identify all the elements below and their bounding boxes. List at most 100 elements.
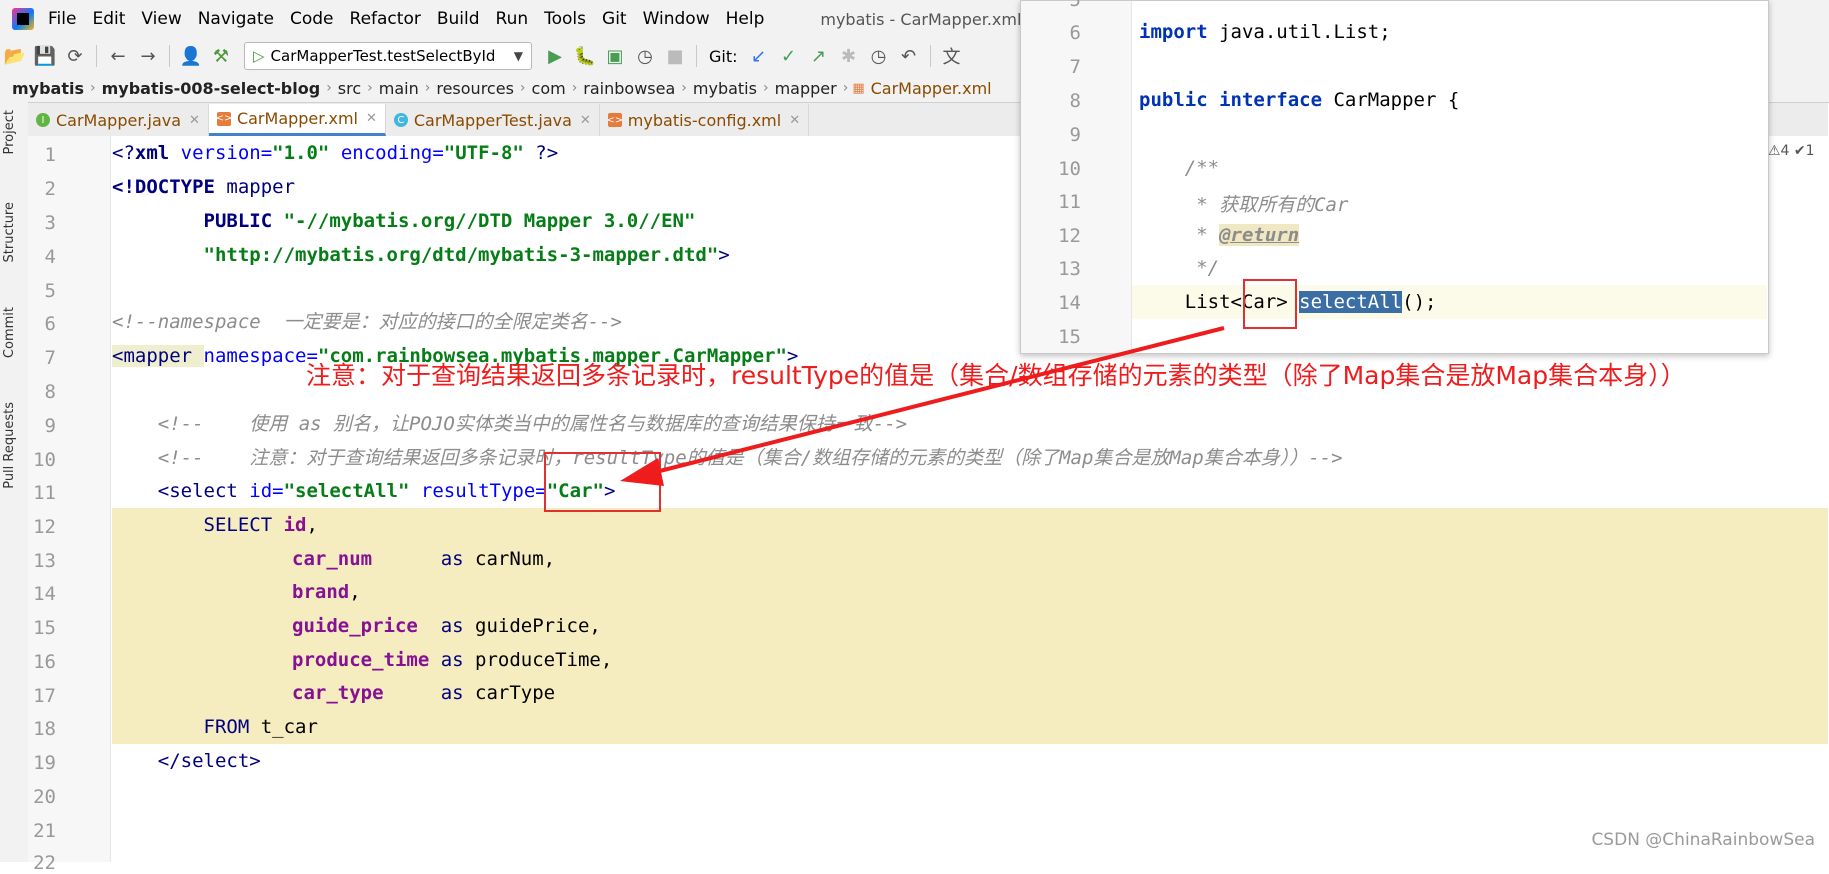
java-token: java.util.List; — [1219, 21, 1391, 43]
breadcrumb-mapper[interactable]: mapper — [769, 79, 843, 98]
tab-mybatis-config-xml[interactable]: <> mybatis-config.xml ✕ — [600, 104, 810, 136]
build-hammer-icon[interactable]: ⚒ — [206, 42, 236, 70]
forward-arrow-icon[interactable]: → — [133, 42, 163, 70]
line-number: 15 — [33, 617, 56, 639]
open-folder-icon[interactable]: 📂 — [0, 42, 30, 70]
menu-view[interactable]: View — [141, 9, 181, 29]
intellij-logo-icon — [12, 8, 34, 30]
breadcrumb-rainbowsea[interactable]: rainbowsea — [577, 79, 681, 98]
git-history-icon[interactable]: ◷ — [864, 42, 894, 70]
close-icon[interactable]: ✕ — [366, 111, 377, 126]
close-icon[interactable]: ✕ — [189, 113, 200, 128]
code-line-17: car_type as carType — [112, 676, 1828, 710]
menu-refactor[interactable]: Refactor — [350, 9, 421, 29]
code-line-16: produce_time as produceTime, — [112, 643, 1828, 677]
java-line-12: * @return — [1139, 224, 1300, 246]
breadcrumb-resources[interactable]: resources — [430, 79, 520, 98]
tab-label: CarMapper.java — [56, 110, 182, 130]
xml-token: <!DOCTYPE — [112, 176, 227, 198]
java-token: * — [1139, 224, 1220, 246]
git-update-icon[interactable]: ↙ — [744, 42, 774, 70]
line-number: 16 — [33, 651, 56, 673]
menu-build[interactable]: Build — [437, 9, 480, 29]
line-number: 2 — [44, 178, 56, 200]
line-number: 7 — [1069, 56, 1081, 78]
menu-code[interactable]: Code — [290, 9, 334, 29]
tab-carmapper-xml[interactable]: <> CarMapper.xml ✕ — [208, 104, 386, 136]
line-number: 6 — [1069, 22, 1081, 44]
stop-icon[interactable]: ■ — [660, 42, 690, 70]
java-line-11: * 获取所有的Car — [1139, 194, 1349, 216]
menu-tools[interactable]: Tools — [544, 9, 586, 29]
code-line-10: <!-- 注意：对于查询结果返回多条记录时，resultType的值是（集合/数… — [112, 447, 1343, 469]
breadcrumb-com[interactable]: com — [526, 79, 572, 98]
java-line-6: import java.util.List; — [1139, 21, 1391, 43]
git-push-icon[interactable]: ↗ — [804, 42, 834, 70]
xml-token — [112, 244, 204, 266]
java-token: CarMapper { — [1333, 89, 1460, 111]
breadcrumb-project[interactable]: mybatis — [0, 79, 90, 98]
breadcrumb-mybatis[interactable]: mybatis — [687, 79, 763, 98]
sql-token: as — [372, 548, 476, 570]
line-number: 8 — [44, 381, 56, 403]
run-icon[interactable]: ▶ — [540, 42, 570, 70]
run-configuration-select[interactable]: ▷ CarMapperTest.testSelectById ▼ — [244, 42, 532, 70]
close-icon[interactable]: ✕ — [580, 113, 591, 128]
menu-run[interactable]: Run — [496, 9, 529, 29]
breadcrumb-file[interactable]: CarMapper.xml — [865, 79, 998, 98]
menu-edit[interactable]: Edit — [92, 9, 125, 29]
coverage-icon[interactable]: ▣ — [600, 42, 630, 70]
class-icon: C — [393, 113, 408, 127]
sql-token: guidePrice, — [475, 615, 601, 637]
tool-structure[interactable]: Structure — [2, 202, 17, 262]
breadcrumb-src[interactable]: src — [332, 79, 367, 98]
breadcrumb-main[interactable]: main — [373, 79, 425, 98]
line-number: 13 — [1058, 258, 1081, 280]
menu-help[interactable]: Help — [726, 9, 765, 29]
line-number: 10 — [1058, 158, 1081, 180]
java-token: List< — [1139, 291, 1242, 313]
xml-token: "http://mybatis.org/dtd/mybatis-3-mapper… — [203, 244, 719, 266]
tab-carmapper-java[interactable]: I CarMapper.java ✕ — [28, 104, 209, 136]
profile-icon[interactable]: ◷ — [630, 42, 660, 70]
user-dropdown-icon[interactable]: 👤 — [176, 42, 206, 70]
tool-commit[interactable]: Commit — [2, 307, 17, 358]
line-number: 11 — [1058, 191, 1081, 213]
xml-token: encoding= — [340, 142, 444, 164]
menu-git[interactable]: Git — [602, 9, 627, 29]
sql-token: carNum, — [475, 548, 556, 570]
save-icon[interactable]: 💾 — [30, 42, 60, 70]
interface-icon: I — [36, 113, 50, 127]
run-config-icon: ▷ — [253, 47, 265, 65]
tool-project[interactable]: Project — [2, 110, 17, 154]
menu-file[interactable]: File — [48, 9, 76, 29]
watermark: CSDN @ChinaRainbowSea — [1591, 830, 1815, 850]
java-line-10: /** — [1139, 157, 1220, 179]
breadcrumb-module[interactable]: mybatis-008-select-blog — [96, 79, 327, 98]
sql-token: SELECT — [112, 514, 284, 536]
tool-pull-requests[interactable]: Pull Requests — [2, 402, 17, 489]
debug-bug-icon[interactable]: 🐛 — [570, 42, 600, 70]
xml-token: id= — [249, 480, 284, 502]
git-commit-icon[interactable]: ✓ — [774, 42, 804, 70]
close-icon[interactable]: ✕ — [789, 113, 800, 128]
line-number: 22 — [33, 852, 56, 874]
back-arrow-icon[interactable]: ← — [103, 42, 133, 70]
sync-icon[interactable]: ⟳ — [60, 42, 90, 70]
menu-window[interactable]: Window — [643, 9, 710, 29]
sql-token: car_type — [292, 682, 384, 704]
git-merge-icon[interactable]: ✱ — [834, 42, 864, 70]
translate-icon[interactable]: 文 — [937, 42, 967, 70]
code-line-13: car_num as carNum, — [112, 542, 1828, 576]
line-number: 14 — [33, 583, 56, 605]
tab-carmappertest-java[interactable]: C CarMapperTest.java ✕ — [386, 104, 600, 136]
code-line-18: FROM t_car — [112, 710, 1828, 744]
line-number: 1 — [44, 144, 56, 166]
line-number: 21 — [33, 820, 56, 842]
line-number: 9 — [44, 415, 56, 437]
annotation-text: 注意：对于查询结果返回多条记录时，resultType的值是（集合/数组存储的元… — [306, 361, 1686, 390]
git-rollback-icon[interactable]: ↶ — [894, 42, 924, 70]
menu-navigate[interactable]: Navigate — [198, 9, 274, 29]
code-line-14: brand, — [112, 575, 1828, 609]
inspection-widget[interactable]: ⚠4 ✔1 — [1768, 143, 1815, 159]
